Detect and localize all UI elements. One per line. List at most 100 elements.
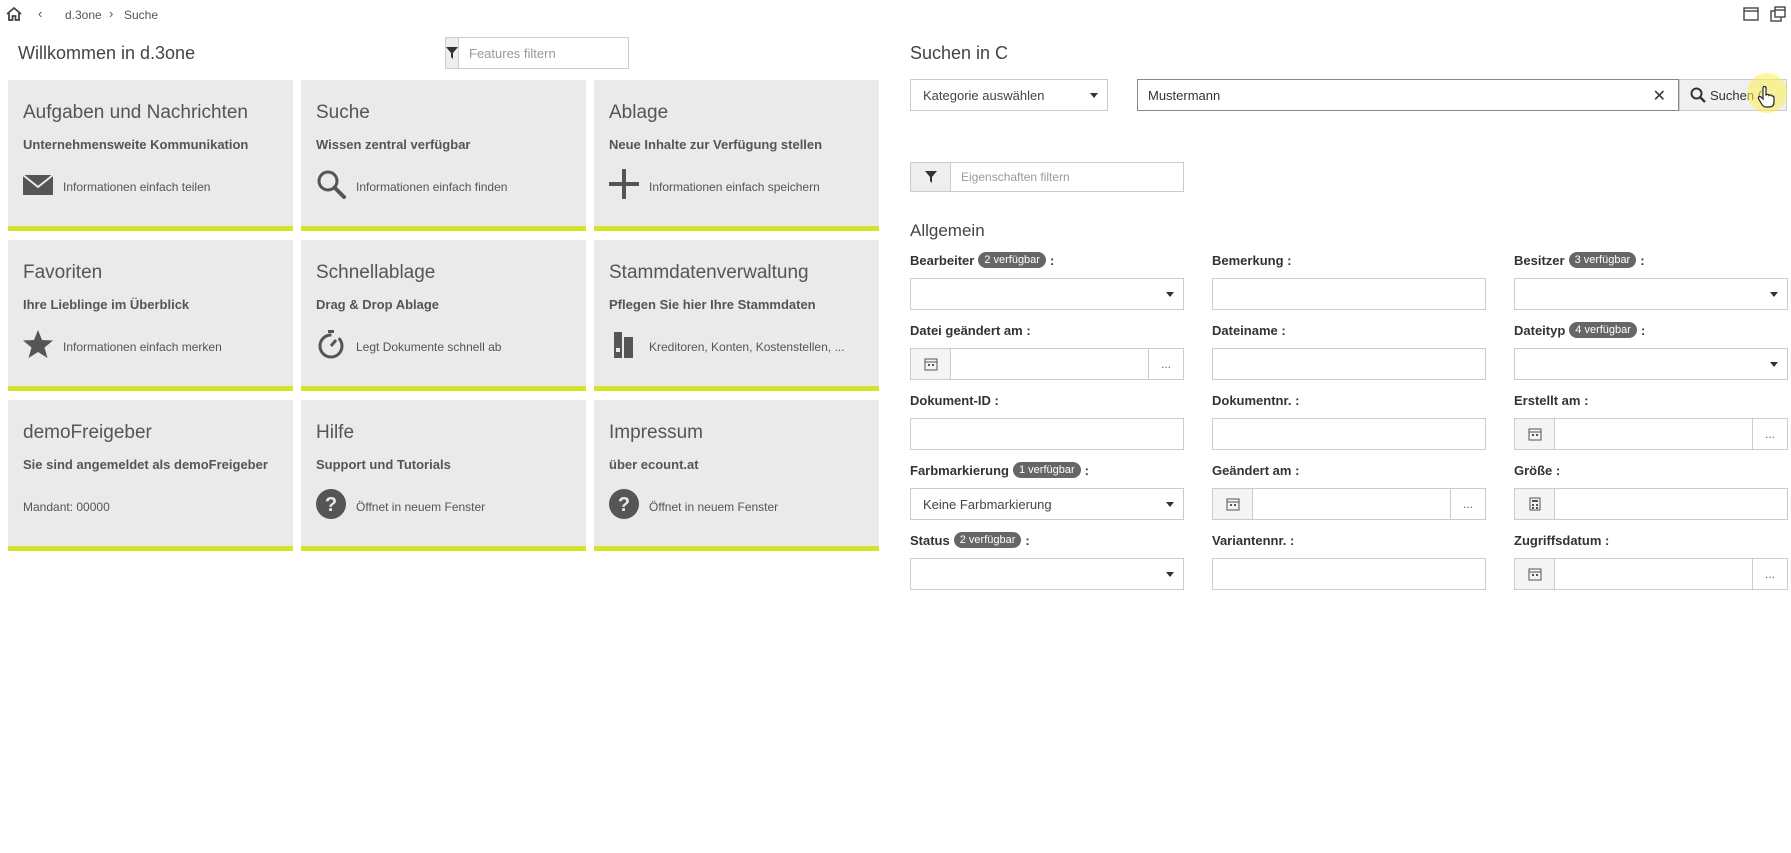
- tile-subtitle: über ecount.at: [609, 457, 699, 472]
- tile-favoriten[interactable]: Favoriten Ihre Lieblinge im Überblick In…: [8, 240, 293, 391]
- field-label: Variantennr.: [1212, 532, 1287, 548]
- tile-subtitle: Unternehmensweite Kommunikation: [23, 137, 249, 152]
- variantennr-input[interactable]: [1212, 558, 1486, 590]
- field-label: Zugriffsdatum: [1514, 532, 1602, 548]
- tile-subtitle: Ihre Lieblinge im Überblick: [23, 297, 190, 312]
- available-badge: 1 verfügbar: [1012, 462, 1081, 478]
- groesse-input[interactable]: [1514, 488, 1788, 520]
- calendar-icon[interactable]: [1515, 419, 1555, 449]
- features-filter-input[interactable]: [459, 38, 645, 68]
- breadcrumb-item-d3one[interactable]: d.3one: [65, 8, 102, 22]
- status-select[interactable]: [910, 558, 1184, 590]
- calendar-icon[interactable]: [1515, 559, 1555, 589]
- tile-schnellablage[interactable]: Schnellablage Drag & Drop Ablage Legt Do…: [301, 240, 586, 391]
- available-badge: 4 verfügbar: [1569, 322, 1637, 338]
- chevron-down-icon: [1770, 362, 1778, 367]
- category-select-value: Kategorie auswählen: [923, 88, 1045, 103]
- maximize-icon[interactable]: [1742, 5, 1760, 23]
- stopwatch-icon: [318, 330, 344, 359]
- field-bearbeiter: Bearbeiter 2 verfügbar:: [910, 250, 1184, 310]
- clear-icon[interactable]: ✕: [1653, 86, 1666, 106]
- field-dokumentnr: Dokumentnr. :: [1212, 390, 1486, 450]
- tile-aufgaben[interactable]: Aufgaben und Nachrichten Unternehmenswei…: [8, 80, 293, 231]
- tile-title: Suche: [316, 102, 370, 123]
- calendar-icon[interactable]: [911, 349, 951, 379]
- dateiname-input[interactable]: [1212, 348, 1486, 380]
- tile-link: Öffnet in neuem Fenster: [649, 500, 779, 514]
- new-window-icon[interactable]: [1769, 5, 1787, 23]
- hand-cursor-icon: [1757, 86, 1775, 108]
- search-icon: [317, 170, 346, 199]
- properties-filter-input[interactable]: [951, 163, 1183, 191]
- tile-subtitle: Pflegen Sie hier Ihre Stammdaten: [609, 297, 816, 312]
- chevron-down-icon: [1770, 292, 1778, 297]
- field-geaendert-am: Geändert am : ...: [1212, 460, 1486, 520]
- tile-subtitle: Sie sind angemeldet als demoFreigeber: [23, 457, 268, 472]
- svg-text:?: ?: [325, 494, 337, 516]
- star-icon: [23, 330, 53, 358]
- dokumentnr-input[interactable]: [1212, 418, 1486, 450]
- chevron-down-icon: [1166, 292, 1174, 297]
- tile-link: Informationen einfach teilen: [63, 180, 211, 194]
- back-button[interactable]: ‹: [38, 6, 42, 21]
- section-title: Allgemein: [910, 221, 985, 240]
- chevron-down-icon: [1090, 93, 1098, 98]
- tile-hilfe[interactable]: Hilfe Support und Tutorials ? Öffnet in …: [301, 400, 586, 551]
- calendar-icon[interactable]: [1213, 489, 1253, 519]
- tile-impressum[interactable]: Impressum über ecount.at ? Öffnet in neu…: [594, 400, 879, 551]
- available-badge: 2 verfügbar: [978, 252, 1046, 268]
- more-button[interactable]: ...: [1752, 559, 1787, 589]
- dokument-id-input[interactable]: [910, 418, 1184, 450]
- erstellt-am-input[interactable]: ...: [1514, 418, 1788, 450]
- tile-link: Informationen einfach speichern: [649, 180, 820, 194]
- field-label: Datei geändert am: [910, 322, 1023, 338]
- farbmarkierung-value: Keine Farbmarkierung: [923, 497, 1052, 512]
- zugriffsdatum-input[interactable]: ...: [1514, 558, 1788, 590]
- bearbeiter-select[interactable]: [910, 278, 1184, 310]
- geaendert-am-input[interactable]: ...: [1212, 488, 1486, 520]
- search-box: ✕: [1137, 79, 1679, 111]
- more-button[interactable]: ...: [1450, 489, 1485, 519]
- field-label: Status: [910, 532, 950, 548]
- field-status: Status 2 verfügbar:: [910, 530, 1184, 590]
- tile-suche[interactable]: Suche Wissen zentral verfügbar Informati…: [301, 80, 586, 231]
- filter-icon[interactable]: [911, 163, 951, 191]
- tile-stammdaten[interactable]: Stammdatenverwaltung Pflegen Sie hier Ih…: [594, 240, 879, 391]
- tile-ablage[interactable]: Ablage Neue Inhalte zur Verfügung stelle…: [594, 80, 879, 231]
- farbmarkierung-select[interactable]: Keine Farbmarkierung: [910, 488, 1184, 520]
- field-label: Dateityp: [1514, 322, 1566, 338]
- home-icon[interactable]: [5, 5, 23, 23]
- bemerkung-input[interactable]: [1212, 278, 1486, 310]
- datei-geaendert-input[interactable]: ...: [910, 348, 1184, 380]
- more-button[interactable]: ...: [1148, 349, 1183, 379]
- category-select[interactable]: Kategorie auswählen: [910, 79, 1108, 111]
- dateityp-select[interactable]: [1514, 348, 1788, 380]
- search-icon: [1690, 87, 1706, 103]
- field-label: Erstellt am: [1514, 392, 1581, 408]
- search-button-label: Suchen (: [1710, 87, 1763, 103]
- properties-filter: [910, 162, 1184, 192]
- search-input[interactable]: [1138, 80, 1638, 110]
- tile-subtitle: Drag & Drop Ablage: [316, 297, 440, 312]
- filter-icon[interactable]: [446, 38, 459, 68]
- tile-link: Öffnet in neuem Fenster: [356, 500, 486, 514]
- tile-title: Hilfe: [316, 422, 355, 443]
- calculator-icon[interactable]: [1515, 489, 1555, 519]
- tile-demofreigeber[interactable]: demoFreigeber Sie sind angemeldet als de…: [8, 400, 293, 551]
- besitzer-select[interactable]: [1514, 278, 1788, 310]
- tile-title: demoFreigeber: [23, 422, 152, 443]
- field-dokument-id: Dokument-ID :: [910, 390, 1184, 450]
- field-label: Geändert am: [1212, 462, 1292, 478]
- more-button[interactable]: ...: [1752, 419, 1787, 449]
- chevron-down-icon: [1166, 502, 1174, 507]
- field-label: Dateiname: [1212, 322, 1278, 338]
- svg-text:?: ?: [618, 494, 630, 516]
- tile-link: Informationen einfach merken: [63, 340, 222, 354]
- field-besitzer: Besitzer 3 verfügbar:: [1514, 250, 1788, 310]
- help-icon: ?: [609, 489, 639, 519]
- top-bar: ‹ d.3one › Suche: [0, 0, 1791, 30]
- tile-title: Ablage: [609, 102, 669, 123]
- chevron-down-icon: [1166, 572, 1174, 577]
- field-label: Besitzer: [1514, 252, 1565, 268]
- field-erstellt-am: Erstellt am : ...: [1514, 390, 1788, 450]
